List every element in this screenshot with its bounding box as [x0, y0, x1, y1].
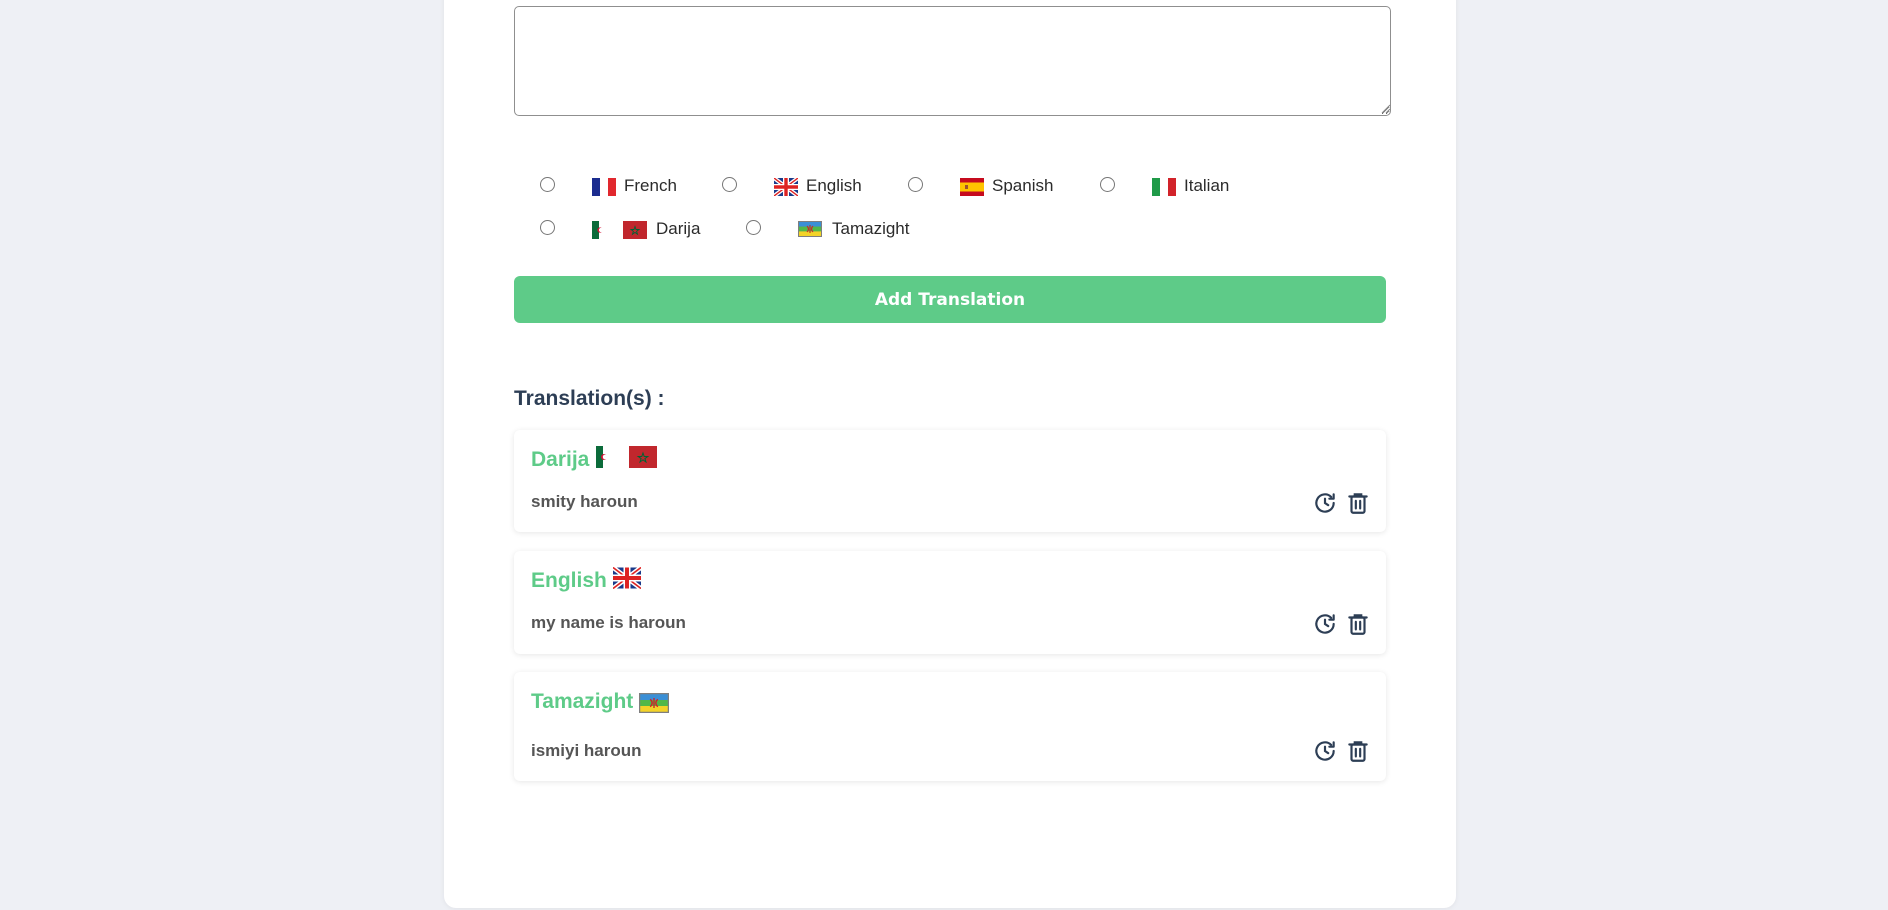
translation-language: Darija: [531, 448, 590, 471]
delete-icon[interactable]: [1345, 611, 1371, 637]
update-icon[interactable]: [1312, 611, 1338, 637]
language-option-italian[interactable]: Italian: [1100, 174, 1240, 196]
radio-darija[interactable]: [540, 220, 555, 235]
translation-card: English my name is haroun: [514, 551, 1386, 654]
text-input[interactable]: [514, 6, 1391, 116]
language-option-english[interactable]: English: [722, 174, 872, 196]
language-option-french[interactable]: French: [540, 174, 680, 196]
radio-italian[interactable]: [1100, 177, 1115, 192]
radio-tamazight[interactable]: [746, 220, 761, 235]
update-icon[interactable]: [1312, 738, 1338, 764]
radio-french[interactable]: [540, 177, 555, 192]
radio-spanish[interactable]: [908, 177, 923, 192]
language-label-darija: Darija: [656, 219, 701, 238]
translations-title: Translation(s) :: [514, 387, 665, 410]
spain-flag-icon: [960, 178, 984, 196]
translation-text: ismiyi haroun: [531, 741, 642, 760]
translation-card: Tamazight ismiyi haroun: [514, 672, 1386, 781]
morocco-flag-icon: [629, 446, 657, 468]
delete-icon[interactable]: [1345, 738, 1371, 764]
language-option-darija[interactable]: Darija: [540, 217, 710, 239]
uk-flag-icon: [774, 178, 798, 196]
uk-flag-icon: [613, 567, 641, 589]
morocco-flag-icon: [623, 221, 647, 239]
translation-text: smity haroun: [531, 492, 638, 511]
language-label-spanish: Spanish: [992, 176, 1054, 195]
algeria-flag-icon: [596, 446, 610, 468]
algeria-flag-icon: [592, 221, 606, 239]
france-flag-icon: [592, 178, 616, 196]
language-option-tamazight[interactable]: Tamazight: [746, 217, 926, 239]
amazigh-flag-icon: [639, 693, 669, 713]
add-translation-button[interactable]: Add Translation: [514, 276, 1386, 323]
radio-english[interactable]: [722, 177, 737, 192]
update-icon[interactable]: [1312, 490, 1338, 516]
language-option-spanish[interactable]: Spanish: [908, 174, 1058, 196]
language-label-french: French: [624, 176, 677, 195]
language-label-italian: Italian: [1184, 176, 1230, 195]
italy-flag-icon: [1152, 178, 1176, 196]
translation-text: my name is haroun: [531, 613, 686, 632]
translation-language: Tamazight: [531, 690, 634, 713]
translation-card: Darija smity haroun: [514, 430, 1386, 532]
language-label-english: English: [806, 176, 862, 195]
amazigh-flag-icon: [798, 221, 822, 237]
language-label-tamazight: Tamazight: [832, 219, 910, 238]
translation-language: English: [531, 569, 607, 592]
delete-icon[interactable]: [1345, 490, 1371, 516]
